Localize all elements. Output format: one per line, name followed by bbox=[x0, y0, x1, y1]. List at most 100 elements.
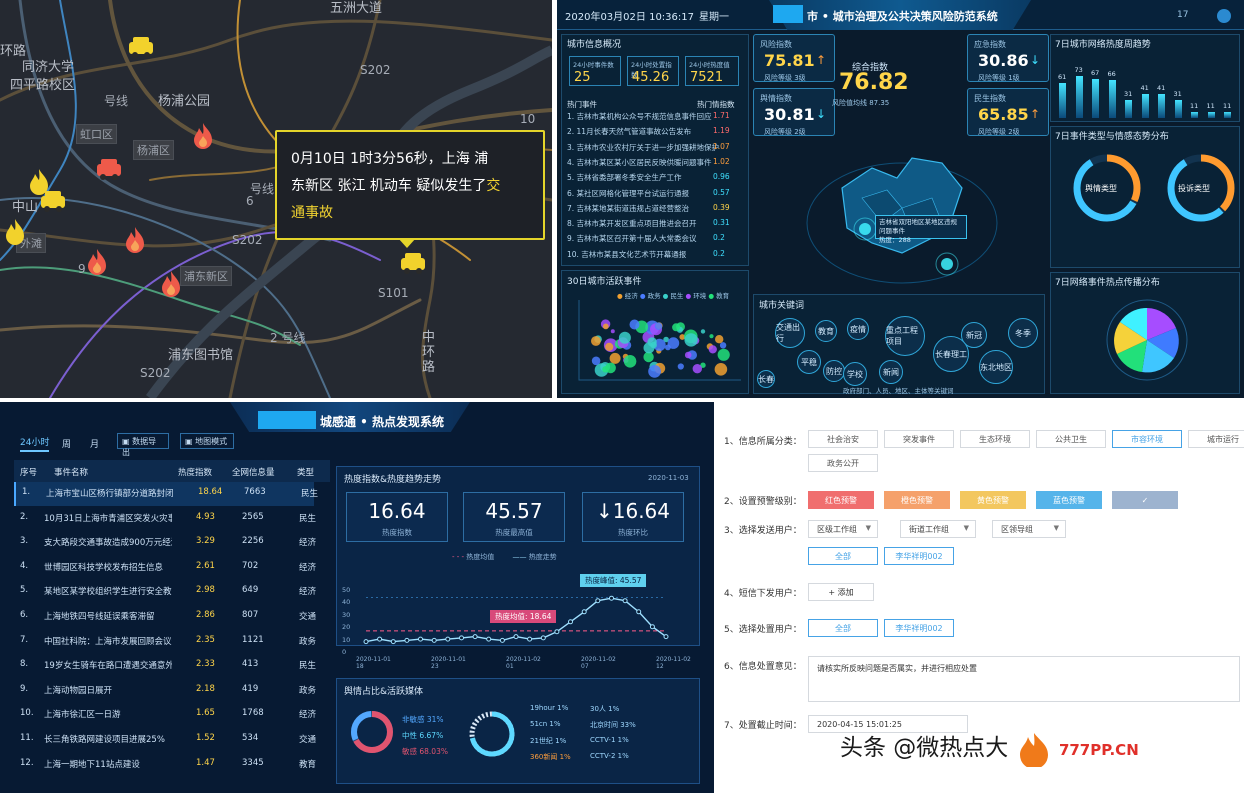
bar-mark bbox=[1108, 79, 1116, 118]
table-row[interactable]: 9. 上海动物园日展开 2.18 419 政务 bbox=[14, 679, 316, 703]
source-title: 舆情占比&活跃媒体 bbox=[344, 687, 424, 697]
trend-point bbox=[472, 634, 478, 640]
list-item-value: 0.39 bbox=[713, 202, 730, 212]
fire-marker-icon[interactable] bbox=[160, 270, 182, 298]
warning-level-option[interactable]: ✓ bbox=[1112, 491, 1178, 509]
row-heat: 3.29 bbox=[196, 536, 215, 547]
group-dropdown[interactable]: 区级工作组 ▼ bbox=[808, 520, 878, 538]
table-row[interactable]: 1. 上海市宝山区杨行镇部分道路封闭 18.64 7663 民生 bbox=[14, 482, 318, 506]
fire-marker-icon[interactable] bbox=[4, 218, 26, 246]
table-row[interactable]: 10. 上海市徐汇区一日游 1.65 1768 经济 bbox=[14, 703, 317, 727]
row-type: 经济 bbox=[299, 710, 317, 721]
warning-level-option[interactable]: 橙色预警 bbox=[884, 491, 950, 509]
map-label: 杨浦区 bbox=[133, 140, 174, 160]
table-row[interactable]: 2. 10月31日上海市青浦区突发火灾事故 4.93 2565 民生 bbox=[14, 507, 316, 531]
trend-point bbox=[377, 636, 383, 642]
map-panel[interactable]: 五洲大道 环路 同济大学 四平路校区 杨浦公园 号线 虹口区 杨浦区 S202 … bbox=[0, 0, 552, 398]
bar-value-label: 11 bbox=[1190, 101, 1199, 110]
keyword-bubble[interactable]: 长春理工 bbox=[933, 336, 969, 372]
fire-marker-icon[interactable] bbox=[192, 122, 214, 150]
table-row[interactable]: 8. 19岁女生骑车在路口遭遇交通意外 2.33 413 民生 bbox=[14, 654, 316, 678]
media-item: 30人 1% bbox=[590, 705, 620, 713]
keyword-bubble[interactable]: 新闻 bbox=[879, 360, 903, 384]
header-time: 2020年03月02日 10:36:17 bbox=[565, 12, 694, 23]
form-label: 4、短信下发用户： bbox=[724, 589, 802, 599]
trend-point bbox=[649, 624, 655, 630]
region-map[interactable] bbox=[802, 128, 1002, 290]
keyword-title: 城市关键词 bbox=[759, 301, 805, 311]
bar-value-label: 73 bbox=[1074, 65, 1083, 74]
category-option[interactable]: 突发事件 bbox=[884, 430, 954, 448]
row-heat: 2.86 bbox=[196, 610, 215, 620]
table-row[interactable]: 12. 上海一期地下11站点建设 1.47 3345 教育 bbox=[14, 753, 316, 777]
table-row[interactable]: 6. 上海地铁四号线延误乘客滞留 2.86 807 交通 bbox=[14, 605, 317, 629]
keyword-bubble[interactable]: 交通出行 bbox=[775, 318, 805, 348]
y-tick-label: 20 bbox=[342, 623, 351, 632]
category-option[interactable]: 市容环境 bbox=[1112, 430, 1182, 448]
tab-24h[interactable]: 24小时 bbox=[20, 435, 50, 452]
group-dropdown[interactable]: 街道工作组 ▼ bbox=[900, 520, 976, 538]
fire-marker-icon[interactable] bbox=[86, 248, 108, 276]
table-row[interactable]: 4. 世博园区科技学校发布招生信息 2.61 702 经济 bbox=[14, 556, 316, 580]
group-dropdown[interactable]: 区领导组 ▼ bbox=[992, 520, 1066, 538]
table-row[interactable]: 7. 中国社科院：上海市发展回顾会议召开 2.35 1121 政务 bbox=[14, 630, 316, 654]
add-sms-user-button[interactable]: + 添加 bbox=[808, 583, 874, 601]
map-label: 中环路 bbox=[422, 330, 436, 375]
redacted-block bbox=[773, 5, 803, 23]
warning-level-option[interactable]: 红色预警 bbox=[808, 491, 874, 509]
tab-month[interactable]: 月 bbox=[90, 437, 99, 450]
handler-chip[interactable]: 全部 bbox=[808, 619, 878, 637]
keyword-bubble[interactable]: 重点工程项目 bbox=[885, 316, 925, 356]
incident-popup[interactable]: 0月10日 1时3分56秒，上海 浦 东新区 张江 机动车 疑似发生了交 通事故 bbox=[275, 130, 545, 240]
keyword-bubble[interactable]: 防控 bbox=[823, 360, 845, 382]
kpi-value: 65.85 bbox=[978, 105, 1029, 124]
row-index: 11. bbox=[20, 733, 34, 743]
y-tick-label: 30 bbox=[342, 610, 351, 619]
list-item-title: 8. 吉林市某开发区重点项目推进会召开 bbox=[567, 219, 697, 229]
category-option[interactable]: 生态环境 bbox=[960, 430, 1030, 448]
opinion-textarea[interactable]: 请核实所反映问题是否属实，并进行相应处置 bbox=[808, 656, 1240, 702]
recipient-chip[interactable]: 全部 bbox=[808, 547, 878, 565]
row-title: 上海地铁四号线延误乘客滞留 bbox=[44, 612, 155, 622]
donut-label: 投诉类型 bbox=[1178, 184, 1210, 193]
keyword-bubble[interactable]: 长春 bbox=[757, 370, 775, 388]
car-accident-marker-icon[interactable] bbox=[398, 250, 428, 276]
kpi-sub: 风险等级 3级 bbox=[764, 74, 806, 82]
car-accident-marker-icon[interactable] bbox=[126, 34, 156, 60]
category-option[interactable]: 公共卫生 bbox=[1036, 430, 1106, 448]
list-item-title: 5. 吉林省委部署冬季安全生产工作 bbox=[567, 173, 682, 183]
bar-mark bbox=[1207, 111, 1215, 118]
handler-chip[interactable]: 李华祥明002 bbox=[884, 619, 954, 637]
table-row[interactable]: 5. 某地区某学校组织学生进行安全教育 2.98 649 经济 bbox=[14, 580, 316, 604]
fire-marker-icon[interactable] bbox=[124, 226, 146, 254]
map-mode-button[interactable]: ▣ 地图模式 bbox=[180, 433, 234, 449]
warning-level-option[interactable]: 蓝色预警 bbox=[1036, 491, 1102, 509]
bar-mark bbox=[1224, 111, 1231, 118]
category-option[interactable]: 社会治安 bbox=[808, 430, 878, 448]
user-avatar-icon[interactable] bbox=[1217, 9, 1231, 23]
pie-title: 7日网络事件热点传播分布 bbox=[1055, 278, 1160, 288]
tab-week[interactable]: 周 bbox=[62, 437, 71, 450]
row-count: 413 bbox=[242, 659, 259, 670]
trend-arrow-icon: ↑ bbox=[1030, 107, 1041, 121]
table-row[interactable]: 3. 支大路段交通事故造成900万元经济损失 3.29 2256 经济 bbox=[14, 531, 316, 555]
category-option[interactable]: 城市运行 bbox=[1188, 430, 1244, 448]
car-accident-marker-icon[interactable] bbox=[94, 156, 124, 182]
row-type: 交通 bbox=[299, 612, 317, 622]
table-row[interactable]: 11. 长三角铁路网建设项目进展25% 1.52 534 交通 bbox=[14, 728, 316, 752]
row-title: 中国社科院：上海市发展回顾会议召开 bbox=[44, 636, 172, 647]
warning-level-option[interactable]: 黄色预警 bbox=[960, 491, 1026, 509]
row-heat: 2.18 bbox=[196, 683, 215, 694]
recipient-chip[interactable]: 李华祥明002 bbox=[884, 547, 954, 565]
row-count: 702 bbox=[242, 560, 259, 571]
export-button[interactable]: ▣ 数据导出 bbox=[117, 433, 169, 457]
scatter-point bbox=[605, 342, 614, 351]
keyword-bubble[interactable]: 东北地区 bbox=[979, 350, 1013, 384]
fire-marker-icon[interactable] bbox=[28, 168, 50, 196]
keyword-bubble[interactable]: 冬季 bbox=[1008, 318, 1038, 348]
keyword-bubble[interactable]: 学校 bbox=[843, 362, 867, 386]
category-option[interactable]: 政务公开 bbox=[808, 454, 878, 472]
keyword-bubble[interactable]: 平稳 bbox=[797, 350, 821, 374]
keyword-bubble[interactable]: 疫情 bbox=[847, 318, 869, 340]
keyword-bubble[interactable]: 教育 bbox=[815, 320, 837, 342]
